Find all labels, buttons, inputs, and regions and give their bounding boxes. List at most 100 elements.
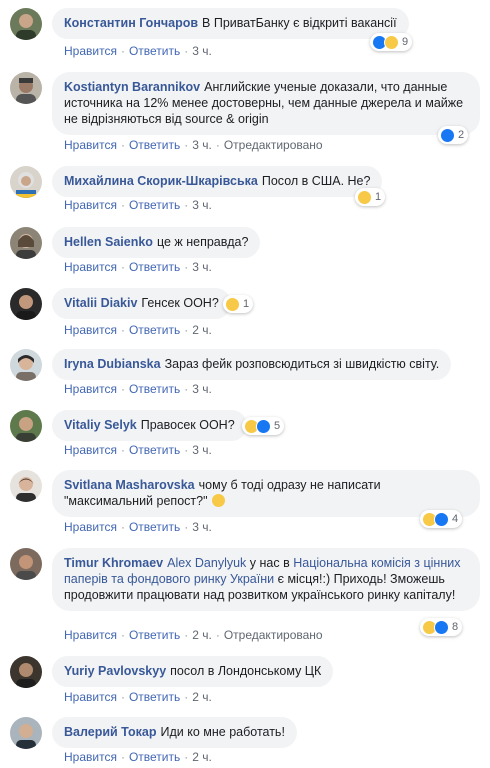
like-icon xyxy=(434,511,449,527)
timestamp[interactable]: 2 ч. xyxy=(192,323,212,337)
timestamp[interactable]: 2 ч. xyxy=(192,628,212,642)
comment-actions: Нравится · Ответить · 3 ч. xyxy=(64,198,212,212)
like-link[interactable]: Нравится xyxy=(64,520,117,534)
comment-actions: Нравится · Ответить · 2 ч. xyxy=(64,323,212,337)
reply-link[interactable]: Ответить xyxy=(129,750,180,764)
comment-actions: Нравится · Ответить · 3 ч. xyxy=(64,44,212,58)
avatar[interactable] xyxy=(10,8,42,40)
comment-actions: Нравится · Ответить · 3 ч. xyxy=(64,520,212,534)
reply-link[interactable]: Ответить xyxy=(129,198,180,212)
reply-link[interactable]: Ответить xyxy=(129,138,180,152)
comment-author[interactable]: Timur Khromaev xyxy=(64,556,163,570)
like-link[interactable]: Нравится xyxy=(64,138,117,152)
comment-author[interactable]: Валерий Токар xyxy=(64,725,157,739)
comment-actions: Нравится · Ответить · 2 ч. · Отредактировано xyxy=(64,628,323,642)
edited-label[interactable]: Отредактировано xyxy=(224,138,323,152)
avatar[interactable] xyxy=(10,548,42,580)
reactions[interactable]: 1 xyxy=(223,295,254,313)
comment-author[interactable]: Vitaliy Selyk xyxy=(64,418,137,432)
avatar[interactable] xyxy=(10,410,42,442)
avatar[interactable] xyxy=(10,72,42,104)
timestamp[interactable]: 3 ч. xyxy=(192,382,212,396)
comment-text: В ПриватБанку є відкриті вакансії xyxy=(202,16,397,30)
comment-bubble: Михайлина Скорик-Шкарівська Посол в США. … xyxy=(52,166,383,197)
comment-bubble: Vitalii Diakiv Генсек ООН? xyxy=(52,288,231,319)
timestamp[interactable]: 3 ч. xyxy=(192,138,212,152)
comment-text: у нас в xyxy=(249,556,290,570)
like-link[interactable]: Нравится xyxy=(64,628,117,642)
comment-author[interactable]: Svitlana Masharovska xyxy=(64,478,195,492)
smile-emoji-icon xyxy=(211,494,225,507)
comment-author[interactable]: Kostiantyn Barannikov xyxy=(64,80,200,94)
reactions[interactable]: 1 xyxy=(355,188,386,206)
reactions[interactable]: 8 xyxy=(420,618,463,636)
avatar[interactable] xyxy=(10,227,42,259)
reply-link[interactable]: Ответить xyxy=(129,520,180,534)
like-icon xyxy=(434,619,449,635)
reply-link[interactable]: Ответить xyxy=(129,260,180,274)
like-link[interactable]: Нравится xyxy=(64,323,117,337)
comment-bubble: Yuriy Pavlovskyy посол в Лондонському ЦК xyxy=(52,656,334,687)
comment-author[interactable]: Hellen Saienko xyxy=(64,235,153,249)
timestamp[interactable]: 2 ч. xyxy=(192,750,212,764)
comment-author[interactable]: Yuriy Pavlovskyy xyxy=(64,664,166,678)
like-link[interactable]: Нравится xyxy=(64,443,117,457)
comment-actions: Нравится · Ответить · 3 ч. xyxy=(64,382,212,396)
edited-label[interactable]: Отредактировано xyxy=(224,628,323,642)
comment-actions: Нравится · Ответить · 2 ч. xyxy=(64,750,212,764)
timestamp[interactable]: 3 ч. xyxy=(192,198,212,212)
timestamp[interactable]: 2 ч. xyxy=(192,690,212,704)
comment-bubble: Константин Гончаров В ПриватБанку є відкр… xyxy=(52,8,409,39)
comment-author[interactable]: Vitalii Diakiv xyxy=(64,296,137,310)
comment-bubble: Vitaliy Selyk Правосек ООН? xyxy=(52,410,247,441)
reactions[interactable]: 4 xyxy=(420,510,463,528)
comment-author[interactable]: Константин Гончаров xyxy=(64,16,198,30)
comment-bubble: Iryna Dubianska Зараз фейк розповсюдиться… xyxy=(52,349,452,380)
avatar[interactable] xyxy=(10,349,42,381)
comment-author[interactable]: Михайлина Скорик-Шкарівська xyxy=(64,174,258,188)
comment-bubble: Валерий Токар Иди ко мне работать! xyxy=(52,717,297,748)
avatar[interactable] xyxy=(10,166,42,198)
avatar[interactable] xyxy=(10,288,42,320)
comment-text: Правосек ООН? xyxy=(140,418,235,432)
comment-bubble: Svitlana Masharovska чому б тоді одразу н… xyxy=(52,470,480,517)
timestamp[interactable]: 3 ч. xyxy=(192,260,212,274)
reactions[interactable]: 5 xyxy=(242,417,285,435)
like-link[interactable]: Нравится xyxy=(64,690,117,704)
comment-text: Генсек ООН? xyxy=(141,296,219,310)
like-link[interactable]: Нравится xyxy=(64,382,117,396)
comment-text: Иди ко мне работать! xyxy=(160,725,285,739)
comment-text: Зараз фейк розповсюдиться зі швидкістю с… xyxy=(164,357,440,371)
mention-link[interactable]: Alex Danylyuk xyxy=(167,556,246,570)
reply-link[interactable]: Ответить xyxy=(129,443,180,457)
wow-icon xyxy=(225,296,240,312)
comment-text: це ж неправда? xyxy=(156,235,249,249)
like-link[interactable]: Нравится xyxy=(64,198,117,212)
reply-link[interactable]: Ответить xyxy=(129,323,180,337)
avatar[interactable] xyxy=(10,656,42,688)
timestamp[interactable]: 3 ч. xyxy=(192,44,212,58)
comment-text: Посол в США. Не? xyxy=(261,174,371,188)
comment-actions: Нравится · Ответить · 2 ч. xyxy=(64,690,212,704)
comment-actions: Нравится · Ответить · 3 ч. · Отредактировано xyxy=(64,138,323,152)
comment-actions: Нравится · Ответить · 3 ч. xyxy=(64,443,212,457)
comment-author[interactable]: Iryna Dubianska xyxy=(64,357,161,371)
reply-link[interactable]: Ответить xyxy=(129,44,180,58)
reactions[interactable]: 9 xyxy=(370,33,413,51)
like-icon xyxy=(440,127,455,143)
avatar[interactable] xyxy=(10,470,42,502)
timestamp[interactable]: 3 ч. xyxy=(192,443,212,457)
like-icon xyxy=(256,418,271,434)
reactions[interactable]: 2 xyxy=(438,126,469,144)
like-link[interactable]: Нравится xyxy=(64,44,117,58)
comment-bubble: Kostiantyn Barannikov Английские ученые д… xyxy=(52,72,480,135)
like-link[interactable]: Нравится xyxy=(64,260,117,274)
reply-link[interactable]: Ответить xyxy=(129,382,180,396)
avatar[interactable] xyxy=(10,717,42,749)
comment-bubble: Hellen Saienko це ж неправда? xyxy=(52,227,261,258)
reply-link[interactable]: Ответить xyxy=(129,690,180,704)
wow-icon xyxy=(357,189,372,205)
reply-link[interactable]: Ответить xyxy=(129,628,180,642)
like-link[interactable]: Нравится xyxy=(64,750,117,764)
timestamp[interactable]: 3 ч. xyxy=(192,520,212,534)
